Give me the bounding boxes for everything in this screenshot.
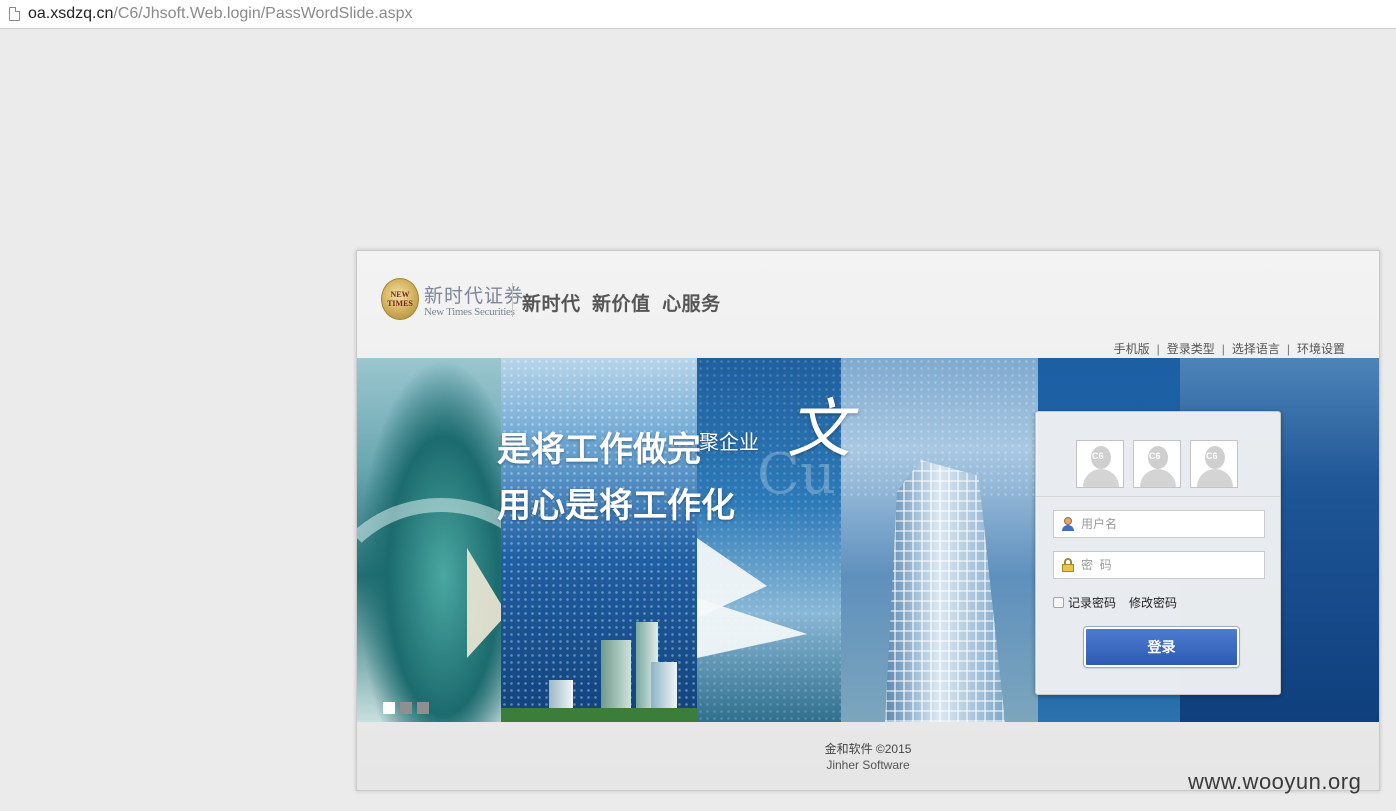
link-separator: | <box>1156 342 1160 356</box>
login-button[interactable]: 登录 <box>1084 627 1239 667</box>
user-icon <box>1061 517 1075 531</box>
avatar-body <box>1140 469 1176 487</box>
avatar-label: C6 <box>1149 451 1161 461</box>
banner-calligraphy: 文 <box>787 393 851 467</box>
banner-headline-3: 聚企业 <box>699 432 759 454</box>
site-watermark: www.wooyun.org <box>1188 769 1362 794</box>
avatar-label: C6 <box>1206 451 1218 461</box>
link-separator: | <box>1286 342 1290 356</box>
slogan: 新时代 新价值 心服务 <box>522 294 721 315</box>
username-field[interactable] <box>1053 510 1265 538</box>
remember-password-checkbox[interactable] <box>1053 597 1064 608</box>
avatar-row: C6 C6 C6 <box>1076 440 1238 488</box>
skyscraper <box>885 460 1005 722</box>
trees <box>501 708 697 722</box>
url-host: oa.xsdzq.cn <box>28 5 114 22</box>
url-text[interactable]: oa.xsdzq.cn/C6/Jhsoft.Web.login/PassWord… <box>28 5 413 23</box>
slide-dot-3[interactable] <box>417 702 429 714</box>
remember-row: 记录密码 修改密码 <box>1053 594 1177 611</box>
top-links: 手机版 | 登录类型 | 选择语言 | 环境设置 <box>1114 340 1345 357</box>
link-separator: | <box>1221 342 1225 356</box>
remember-password-label[interactable]: 记录密码 <box>1068 594 1116 611</box>
banner-headline-1: 是将工作做完 <box>497 431 701 469</box>
header-divider <box>512 283 513 317</box>
password-field[interactable] <box>1053 551 1265 579</box>
login-divider <box>1036 496 1280 497</box>
avatar-body <box>1083 469 1119 487</box>
banner-slideshow: Cu 是将工作做完 用心是将工作化 聚企业 文 C6 C6 C6 用户名 密 码… <box>357 358 1379 722</box>
link-mobile-version[interactable]: 手机版 <box>1114 342 1150 356</box>
link-select-language[interactable]: 选择语言 <box>1232 342 1280 356</box>
panel-header: NEW TIMES 新时代证券 New Times Securities 新时代… <box>357 251 1379 358</box>
password-input[interactable] <box>1081 553 1251 577</box>
logo-english-name: New Times Securities <box>424 306 515 318</box>
login-form: C6 C6 C6 用户名 密 码 记录密码 修改密码 登录 <box>1035 411 1281 695</box>
username-input[interactable] <box>1081 512 1251 536</box>
page-icon <box>9 7 20 21</box>
link-environment-settings[interactable]: 环境设置 <box>1297 342 1345 356</box>
logo-chinese-name: 新时代证券 <box>424 286 525 307</box>
change-password-link[interactable]: 修改密码 <box>1129 594 1177 611</box>
avatar-label: C6 <box>1092 451 1104 461</box>
login-panel: NEW TIMES 新时代证券 New Times Securities 新时代… <box>356 250 1380 791</box>
avatar-body <box>1197 469 1233 487</box>
lock-icon <box>1061 558 1075 572</box>
slide-dot-1[interactable] <box>383 702 395 714</box>
slide-indicators <box>383 702 429 714</box>
logo-emblem: NEW TIMES <box>381 278 419 320</box>
user-avatar-2[interactable]: C6 <box>1133 440 1181 488</box>
user-avatar-1[interactable]: C6 <box>1076 440 1124 488</box>
slide-dot-2[interactable] <box>400 702 412 714</box>
link-login-type[interactable]: 登录类型 <box>1167 342 1215 356</box>
address-bar[interactable]: oa.xsdzq.cn/C6/Jhsoft.Web.login/PassWord… <box>0 0 1396 29</box>
banner-tower-image <box>841 358 1038 722</box>
banner-city-image <box>501 358 697 722</box>
url-path: /C6/Jhsoft.Web.login/PassWordSlide.aspx <box>113 5 413 22</box>
copyright-text: 金和软件 ©2015 <box>824 742 912 756</box>
banner-headline-2: 用心是将工作化 <box>497 487 735 525</box>
user-avatar-3[interactable]: C6 <box>1190 440 1238 488</box>
banner-wave-image <box>357 358 501 722</box>
